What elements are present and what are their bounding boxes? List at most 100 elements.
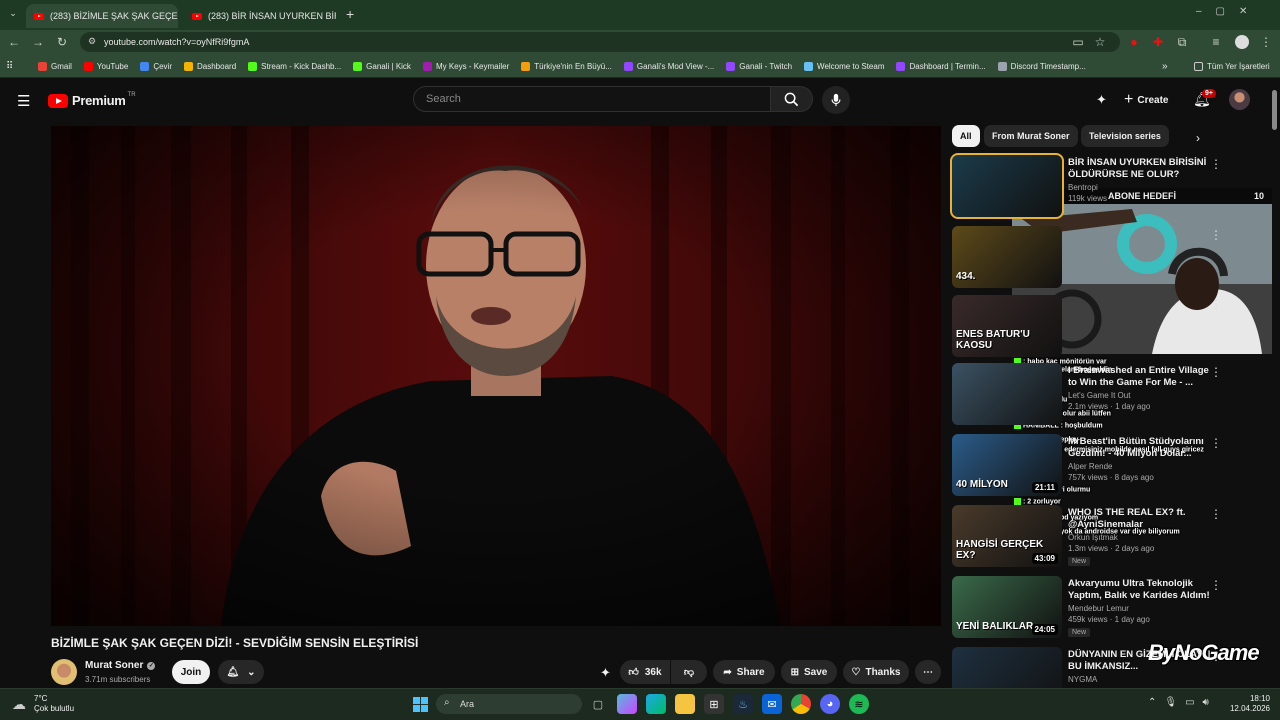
more-options-icon[interactable]: ⋮ bbox=[1210, 297, 1222, 311]
cast-icon[interactable]: ▭ bbox=[1068, 32, 1088, 52]
video-thumbnail[interactable] bbox=[950, 153, 1064, 219]
thanks-button[interactable]: ♡ Thanks bbox=[843, 660, 909, 684]
extension-icon[interactable]: ✚ bbox=[1148, 32, 1168, 52]
chip-television-series[interactable]: Television series bbox=[1081, 125, 1169, 147]
bookmark-item[interactable]: My Keys - Keymailer bbox=[422, 58, 509, 74]
subscription-bell-button[interactable]: 🔔︎ ⌄ bbox=[218, 660, 264, 684]
all-bookmarks[interactable]: Tüm Yer İşaretleri bbox=[1194, 58, 1270, 74]
taskbar-search[interactable]: ⌕ Ara bbox=[436, 694, 582, 714]
search-button[interactable] bbox=[771, 86, 813, 112]
more-options-icon[interactable]: ⋮ bbox=[1210, 365, 1222, 379]
reload-icon[interactable]: ↻ bbox=[52, 32, 72, 52]
mail-icon[interactable]: ✉ bbox=[762, 694, 782, 714]
extensions-puzzle-icon[interactable]: ⧉ bbox=[1172, 32, 1192, 52]
like-button[interactable]: 👍︎ 36k bbox=[620, 660, 670, 684]
bookmark-item[interactable]: Çevir bbox=[140, 58, 172, 74]
channel-name[interactable]: Alper Rende bbox=[1068, 462, 1112, 471]
window-controls[interactable]: –▢✕ bbox=[1196, 6, 1261, 17]
video-thumbnail[interactable]: YENİ BALIKLAR 24:05 bbox=[952, 576, 1062, 638]
clock[interactable]: 18:10 12.04.2026 bbox=[1226, 694, 1270, 714]
video-title[interactable]: DÜNYANIN EN GİZEMLİ OLAYI | BU İMKANSIZ.… bbox=[1068, 649, 1218, 673]
recommended-video[interactable]: YENİ BALIKLAR 24:05 Akvaryumu Ultra Teknol… bbox=[952, 576, 1272, 640]
media-icon[interactable]: ≡ bbox=[1206, 32, 1226, 52]
recommended-video[interactable]: ENES BATUR'U KAOSU ⋮ bbox=[952, 295, 1272, 359]
dislike-button[interactable]: 👎︎ bbox=[671, 660, 707, 684]
bookmark-star-icon[interactable]: ☆ bbox=[1090, 32, 1110, 52]
more-options-icon[interactable]: ⋮ bbox=[1210, 649, 1222, 663]
channel-name[interactable]: Murat Soner ✓ bbox=[85, 660, 156, 671]
hamburger-menu-icon[interactable]: ☰ bbox=[17, 92, 30, 110]
ai-sparkle-icon[interactable]: ✦ bbox=[600, 665, 611, 681]
recommended-video[interactable]: 434. ⋮ bbox=[952, 226, 1272, 290]
windows-start-icon[interactable] bbox=[410, 694, 430, 714]
video-player[interactable] bbox=[51, 126, 941, 626]
profile-avatar[interactable] bbox=[1235, 35, 1249, 49]
discord-icon[interactable]: ◕ bbox=[820, 694, 840, 714]
extension-icon[interactable]: ● bbox=[1124, 32, 1144, 52]
account-avatar[interactable] bbox=[1229, 89, 1250, 110]
more-options-icon[interactable]: ⋮ bbox=[1210, 507, 1222, 521]
bookmark-item[interactable]: Dashboard bbox=[184, 58, 236, 74]
bookmark-item[interactable]: Discord Timestamp... bbox=[997, 58, 1086, 74]
share-button[interactable]: ➦ Share bbox=[713, 660, 775, 684]
more-actions-button[interactable]: ⋯ bbox=[915, 660, 941, 684]
copilot-icon[interactable] bbox=[617, 694, 637, 714]
chip-all[interactable]: All bbox=[952, 125, 980, 147]
weather-widget[interactable]: 7°C Çok bulutlu bbox=[34, 694, 74, 714]
chrome-icon[interactable] bbox=[791, 694, 811, 714]
video-title[interactable]: BİR İNSAN UYURKEN BİRİSİNİ ÖLDÜRÜRSE NE … bbox=[1068, 157, 1218, 181]
bookmark-item[interactable]: Dashboard | Termin... bbox=[896, 58, 986, 74]
video-thumbnail[interactable]: HANGİSİ GERÇEK EX? 43:09 bbox=[952, 505, 1062, 567]
search-input[interactable]: Search bbox=[413, 86, 771, 112]
video-title[interactable]: MrBeast'in Bütün Stüdyolarını Gezdim! - … bbox=[1068, 436, 1218, 460]
file-explorer-icon[interactable] bbox=[675, 694, 695, 714]
weather-cloud-icon[interactable]: ☁ bbox=[12, 696, 26, 713]
video-title[interactable]: Akvaryumu Ultra Teknolojik Yaptım, Balık… bbox=[1068, 578, 1218, 602]
join-button[interactable]: Join bbox=[172, 660, 210, 684]
bookmark-item[interactable]: Ganali - Twitch bbox=[726, 58, 792, 74]
recommended-video[interactable]: BİR İNSAN UYURKEN BİRİSİNİ ÖLDÜRÜRSE NE … bbox=[950, 153, 1272, 219]
channel-name[interactable]: Mendebur Lemur bbox=[1068, 604, 1129, 613]
menu-icon[interactable]: ⋮ bbox=[1256, 32, 1276, 52]
system-tray-icons[interactable]: ⌃🎙︎▭🔊︎ bbox=[1148, 697, 1217, 708]
video-thumbnail[interactable]: ENES BATUR'U KAOSU bbox=[952, 295, 1062, 357]
address-bar[interactable]: ⚙ youtube.com/watch?v=oyNfRi9fgmA bbox=[80, 32, 1120, 52]
bookmark-item[interactable]: Türkiye'nin En Büyü... bbox=[521, 58, 612, 74]
site-info-icon[interactable]: ⚙ bbox=[88, 36, 96, 47]
bookmark-item[interactable]: Ganali | Kick bbox=[353, 58, 411, 74]
bookmark-item[interactable]: Welcome to Steam bbox=[804, 58, 884, 74]
more-options-icon[interactable]: ⋮ bbox=[1210, 228, 1222, 242]
apps-grid-icon[interactable]: ⠿ bbox=[6, 58, 13, 74]
chips-next-icon[interactable]: › bbox=[1196, 131, 1200, 145]
recommended-video[interactable]: 40 MİLYON 21:11 MrBeast'in Bütün Stüdyolar… bbox=[952, 434, 1272, 498]
more-options-icon[interactable]: ⋮ bbox=[1210, 157, 1222, 171]
bookmark-item[interactable]: Gmail bbox=[38, 58, 72, 74]
more-options-icon[interactable]: ⋮ bbox=[1210, 578, 1222, 592]
bookmarks-overflow-icon[interactable]: » bbox=[1162, 58, 1168, 74]
video-title[interactable]: WHO IS THE REAL EX? ft. @AyniSinemalar bbox=[1068, 507, 1218, 531]
upload-icon[interactable]: ✦ bbox=[1096, 92, 1107, 108]
chip-from-channel[interactable]: From Murat Soner bbox=[984, 125, 1078, 147]
bookmark-item[interactable]: Stream - Kick Dashb... bbox=[248, 58, 341, 74]
video-thumbnail[interactable]: 40 MİLYON 21:11 bbox=[952, 434, 1062, 496]
new-tab-button[interactable]: + bbox=[346, 6, 354, 22]
youtube-logo[interactable]: Premium TR bbox=[48, 92, 136, 108]
channel-name[interactable]: Orkun Işıtmak bbox=[1068, 533, 1118, 542]
task-view-icon[interactable]: ▢ bbox=[588, 694, 608, 714]
forward-icon[interactable]: → bbox=[28, 32, 48, 52]
store-icon[interactable]: ⊞ bbox=[704, 694, 724, 714]
channel-avatar[interactable] bbox=[51, 659, 77, 685]
video-thumbnail[interactable] bbox=[952, 363, 1062, 425]
edge-icon[interactable] bbox=[646, 694, 666, 714]
channel-name[interactable]: Bentropi bbox=[1068, 183, 1098, 192]
tab-search-icon[interactable]: ⌄ bbox=[4, 4, 22, 22]
channel-name[interactable]: Let's Game It Out bbox=[1068, 391, 1130, 400]
spotify-icon[interactable]: ≋ bbox=[849, 694, 869, 714]
video-title[interactable]: I Brainwashed an Entire Village to Win t… bbox=[1068, 365, 1218, 389]
voice-search-button[interactable] bbox=[822, 86, 850, 114]
more-options-icon[interactable]: ⋮ bbox=[1210, 436, 1222, 450]
channel-name[interactable]: NYGMA bbox=[1068, 675, 1097, 684]
tab-active[interactable]: (283) BİZİMLE ŞAK ŞAK GEÇEN D × bbox=[26, 4, 178, 28]
recommended-video[interactable]: HANGİSİ GERÇEK EX? 43:09 WHO IS THE REAL E… bbox=[952, 505, 1272, 569]
video-thumbnail[interactable]: 434. bbox=[952, 226, 1062, 288]
